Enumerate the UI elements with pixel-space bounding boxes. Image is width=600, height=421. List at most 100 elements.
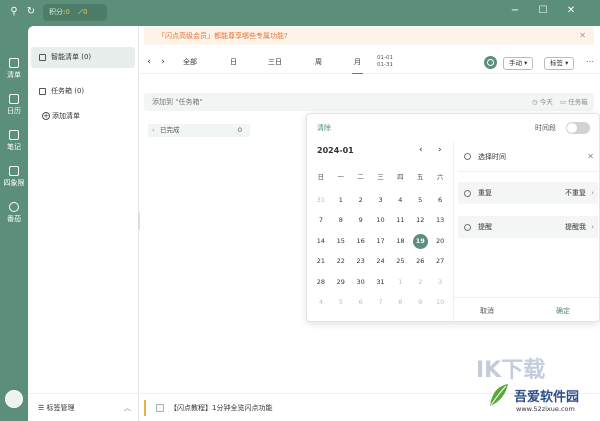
- close-icon[interactable]: ✕: [587, 142, 594, 172]
- tab-three-day[interactable]: 三日: [268, 57, 282, 67]
- day-cell[interactable]: 4: [390, 190, 410, 211]
- list-item-inbox[interactable]: 任务箱 (0): [31, 81, 135, 102]
- day-cell[interactable]: 18: [390, 231, 410, 252]
- pin-icon[interactable]: ⚲: [8, 6, 20, 18]
- day-cell[interactable]: 31: [371, 272, 391, 293]
- day-cell[interactable]: 8: [331, 210, 351, 231]
- day-cell[interactable]: 6: [351, 292, 371, 313]
- day-cell[interactable]: 17: [371, 231, 391, 252]
- remind-row[interactable]: 提醒 提醒我 ›: [458, 216, 598, 238]
- rail-item-list[interactable]: 清单: [0, 58, 28, 80]
- add-task-input[interactable]: [144, 93, 404, 111]
- day-cell[interactable]: 9: [410, 292, 430, 313]
- day-cell[interactable]: 3: [430, 272, 450, 293]
- add-list-button[interactable]: + 添加清单: [42, 111, 80, 121]
- day-cell[interactable]: 13: [430, 210, 450, 231]
- chevron-up-icon: ︿: [124, 404, 131, 412]
- sort-select[interactable]: 手动 ▾: [503, 57, 534, 70]
- day-cell[interactable]: 8: [390, 292, 410, 313]
- search-button[interactable]: [484, 56, 497, 69]
- minimize-icon[interactable]: −: [508, 4, 522, 18]
- day-cell[interactable]: 22: [331, 251, 351, 272]
- day-cell[interactable]: 16: [351, 231, 371, 252]
- day-cell[interactable]: 10: [430, 292, 450, 313]
- confirm-button[interactable]: 确定: [556, 298, 570, 324]
- box-chip[interactable]: ▭ 任务箱: [560, 93, 588, 111]
- completed-group[interactable]: › 已完成 0: [148, 124, 250, 137]
- rail-item-calendar[interactable]: 日历: [0, 94, 28, 116]
- day-cell[interactable]: 31: [311, 190, 331, 211]
- choose-time-row[interactable]: 选择时间 ✕: [458, 142, 598, 172]
- day-cell[interactable]: 2: [351, 190, 371, 211]
- day-cell[interactable]: 9: [351, 210, 371, 231]
- clear-button[interactable]: 清除: [317, 123, 331, 133]
- week-row: 31 1 2 3 4 5 6: [311, 190, 450, 211]
- points-pill[interactable]: 积分:0 ⟋0: [43, 4, 107, 21]
- week-row: 28 29 30 31 1 2 3: [311, 272, 450, 293]
- day-cell[interactable]: 15: [331, 231, 351, 252]
- day-cell[interactable]: 28: [311, 272, 331, 293]
- tab-day[interactable]: 日: [230, 57, 237, 67]
- next-arrow-icon[interactable]: ›: [158, 57, 168, 69]
- prev-arrow-icon[interactable]: ‹: [144, 57, 154, 69]
- day-number: 26: [416, 257, 425, 265]
- day-cell[interactable]: 24: [371, 251, 391, 272]
- day-cell[interactable]: 23: [351, 251, 371, 272]
- day-cell[interactable]: 30: [351, 272, 371, 293]
- day-cell[interactable]: 11: [390, 210, 410, 231]
- tab-month[interactable]: 月: [352, 57, 363, 74]
- day-cell[interactable]: 25: [390, 251, 410, 272]
- next-month-icon[interactable]: ›: [438, 145, 442, 155]
- day-number: 3: [378, 195, 383, 204]
- rail-item-tomato[interactable]: 番茄: [0, 202, 28, 224]
- day-cell[interactable]: 5: [410, 190, 430, 211]
- tab-all[interactable]: 全部: [183, 57, 197, 67]
- day-cell[interactable]: 5: [331, 292, 351, 313]
- day-cell[interactable]: 3: [371, 190, 391, 211]
- more-icon[interactable]: ⋯: [586, 57, 594, 66]
- day-cell[interactable]: 4: [311, 292, 331, 313]
- prev-month-icon[interactable]: ‹: [419, 145, 423, 155]
- day-cell[interactable]: 14: [311, 231, 331, 252]
- tag-select[interactable]: 标签 ▾: [544, 57, 575, 70]
- rail-label: 日历: [7, 107, 21, 115]
- view-toolbar: ‹ › 全部 日 三日 周 月 01-01 01-31 手动 ▾ 标签 ▾ ⋯: [140, 52, 600, 74]
- promo-banner[interactable]: 「闪点高级会员」都能尊享哪些专属功能? ✕: [144, 27, 594, 45]
- accent-stripe: [144, 400, 146, 416]
- day-number: 1: [338, 195, 343, 204]
- day-cell[interactable]: 29: [331, 272, 351, 293]
- close-icon[interactable]: ✕: [579, 27, 586, 45]
- day-cell[interactable]: 12: [410, 210, 430, 231]
- day-cell[interactable]: 2: [410, 272, 430, 293]
- range-start: 01-01: [377, 55, 393, 61]
- day-cell[interactable]: 10: [371, 210, 391, 231]
- day-cell[interactable]: 21: [311, 251, 331, 272]
- day-cell[interactable]: 1: [390, 272, 410, 293]
- day-cell[interactable]: 7: [311, 210, 331, 231]
- selected-day-cell[interactable]: 19: [410, 231, 430, 252]
- add-task-bar[interactable]: ◷ 今天 ▭ 任务箱: [144, 93, 594, 111]
- rail-item-quadrant[interactable]: 四象限: [0, 166, 28, 188]
- nav-rail: 清单 日历 笔记 四象限 番茄: [0, 26, 28, 421]
- day-cell[interactable]: 7: [371, 292, 391, 313]
- day-cell[interactable]: 6: [430, 190, 450, 211]
- repeat-row[interactable]: 重复 不重复 ›: [458, 182, 598, 204]
- sync-icon[interactable]: ↻: [25, 6, 37, 18]
- day-cell[interactable]: 26: [410, 251, 430, 272]
- list-item-label: 智能清单 (0): [51, 53, 92, 61]
- time-slot-toggle[interactable]: [566, 122, 590, 134]
- list-item-smart[interactable]: 智能清单 (0): [31, 47, 135, 68]
- calendar: 2024-01 ‹ › 日一二三四五六 31 1 2 3 4 5 6 7 8 9 10 11 12 13 14…: [307, 142, 453, 323]
- day-cell[interactable]: 20: [430, 231, 450, 252]
- day-cell[interactable]: 1: [331, 190, 351, 211]
- today-chip[interactable]: ◷ 今天: [532, 93, 553, 111]
- cancel-button[interactable]: 取消: [480, 298, 494, 324]
- day-cell[interactable]: 27: [430, 251, 450, 272]
- avatar[interactable]: [5, 390, 23, 408]
- close-window-icon[interactable]: ✕: [564, 4, 578, 18]
- task-checkbox[interactable]: [156, 404, 164, 412]
- tag-manager-button[interactable]: ☰ 标签管理 ︿: [28, 393, 139, 421]
- rail-item-note[interactable]: 笔记: [0, 130, 28, 152]
- tab-week[interactable]: 周: [315, 57, 322, 67]
- maximize-icon[interactable]: ☐: [536, 4, 550, 18]
